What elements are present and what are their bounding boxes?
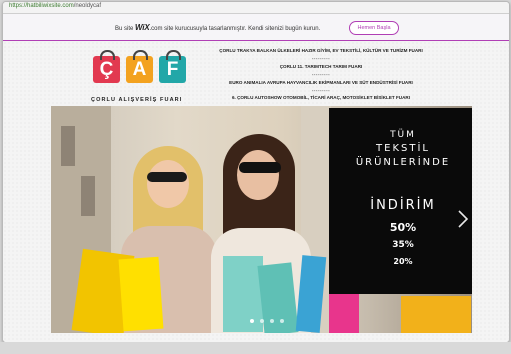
start-now-button[interactable]: Hemen Başla [349, 21, 399, 35]
discount-value: 20% [393, 257, 413, 266]
logo-tagline: ÇORLU ALIŞVERİŞ FUARI [91, 97, 183, 103]
event-item[interactable]: ÇORLU 11. TARIMTECH TARIM FUARI [201, 63, 441, 71]
sunglasses-icon [239, 162, 281, 173]
background-building [61, 126, 75, 166]
logo-letter-a: A [132, 59, 147, 80]
logo-letter-f: F [166, 59, 179, 80]
desktop-background [0, 342, 511, 354]
event-item[interactable]: EURO ANIMALIA AVRUPA HAYVANCILIK EKİPMAN… [201, 79, 441, 87]
slide-indicators [248, 317, 288, 325]
background-building [81, 176, 95, 216]
site-page: Ç A F ÇORLU ALIŞVERİŞ FUARI ÇORLU TRAKYA… [3, 41, 509, 342]
event-list: ÇORLU TRAKYA BALKAN ÜLKELERİ HAZIR GİYİM… [201, 47, 441, 102]
event-item[interactable]: 6. ÇORLU AUTOSHOW OTOMOBİL, TİCARİ ARAÇ,… [201, 94, 441, 102]
slide-dot[interactable] [280, 319, 284, 323]
shopping-bag-icon: Ç [93, 50, 120, 83]
promo-line: TÜM [390, 130, 416, 140]
url-text[interactable]: https://hatbiliwixsite.com/neoldycaf [9, 3, 101, 9]
slide-dot[interactable] [270, 319, 274, 323]
url-host: https://hatbiliwixsite.com [9, 3, 74, 9]
sunglasses-icon [147, 172, 187, 182]
logo-letter-c: Ç [99, 59, 114, 80]
url-path: /neoldycaf [73, 3, 102, 9]
event-separator: --------- [311, 55, 331, 61]
promo-line: ÜRÜNLERİNDE [355, 157, 451, 168]
woman-right-face [237, 150, 279, 200]
discount-value: 50% [389, 221, 417, 234]
wix-message-after: .com site kurucusuyla tasarlanmıştır. Ke… [149, 26, 321, 32]
promo-headline: İNDİRİM [370, 198, 436, 213]
hero-slideshow[interactable]: TÜM TEKSTİL ÜRÜNLERİNDE İNDİRİM 50% 35% … [51, 106, 472, 333]
wix-banner-message: Bu site WiX.com site kurucusuyla tasarla… [115, 23, 320, 32]
address-bar[interactable]: https://hatbiliwixsite.com/neoldycaf [3, 2, 509, 14]
woman-left-face [147, 160, 189, 208]
wix-promo-banner: Bu site WiX.com site kurucusuyla tasarla… [3, 14, 509, 41]
slide-dot[interactable] [250, 319, 254, 323]
event-item[interactable]: ÇORLU TRAKYA BALKAN ÜLKELERİ HAZIR GİYİM… [201, 47, 441, 55]
shopping-bag-icon [401, 296, 471, 333]
discount-promo-panel: TÜM TEKSTİL ÜRÜNLERİNDE İNDİRİM 50% 35% … [329, 108, 472, 294]
wix-message-before: Bu site [115, 26, 134, 32]
event-separator: --------- [311, 87, 331, 93]
shopping-bag-icon: F [159, 50, 186, 83]
chevron-right-icon[interactable] [456, 209, 470, 229]
browser-window: https://hatbiliwixsite.com/neoldycaf Bu … [2, 1, 510, 343]
shopping-bag-icon [118, 256, 164, 332]
wix-logo: WiX [135, 23, 150, 32]
slide-dot[interactable] [260, 319, 264, 323]
promo-line: TEKSTİL [376, 143, 430, 154]
caf-logo[interactable]: Ç A F ÇORLU ALIŞVERİŞ FUARI [91, 50, 191, 107]
discount-value: 35% [392, 240, 414, 250]
shopping-bag-icon: A [126, 50, 153, 83]
event-separator: --------- [311, 71, 331, 77]
